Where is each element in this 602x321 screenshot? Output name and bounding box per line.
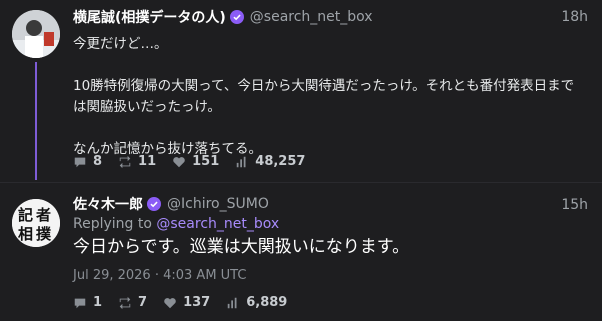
heart-icon — [164, 297, 176, 308]
like-button[interactable]: 151 — [172, 154, 219, 169]
tweet-line: 10勝特例復帰の大関って、今日から大関待遇だったっけ。それとも番付発表日まで — [73, 78, 575, 94]
tweet-original[interactable]: 横尾誠(相撲データの人) @search_net_box 18h 今更だけど…。… — [0, 0, 602, 182]
comment-icon — [74, 157, 86, 167]
retweet-icon — [119, 296, 131, 309]
tweet-line: 今更だけど…。 — [73, 36, 168, 52]
views-icon — [227, 297, 237, 308]
avatar[interactable]: 記 者 相 撲 — [12, 199, 60, 247]
thread-line — [35, 62, 37, 180]
comment-icon — [74, 298, 86, 308]
tweet-date[interactable]: Jul 29, 2026 · 4:03 AM UTC — [73, 268, 246, 283]
views-count: 6,889 — [246, 295, 288, 310]
avatar-glyph: 相 — [18, 225, 33, 243]
reply-count: 1 — [93, 295, 103, 310]
verified-icon — [147, 197, 161, 211]
like-button[interactable]: 137 — [163, 295, 210, 310]
tweet-line: は関脇扱いだったっけ。 — [73, 99, 221, 115]
heart-icon — [173, 156, 185, 167]
display-name[interactable]: 横尾誠(相撲データの人) — [73, 7, 226, 27]
retweet-count: 11 — [138, 154, 157, 169]
views-count: 48,257 — [255, 154, 306, 169]
tweet-text: 今更だけど…。 10勝特例復帰の大関って、今日から大関待遇だったっけ。それとも番… — [73, 34, 588, 160]
timestamp[interactable]: 18h — [561, 9, 588, 25]
timestamp[interactable]: 15h — [561, 197, 588, 213]
verified-icon — [229, 10, 244, 24]
tweet-header: 佐々木一郎 @Ichiro_SUMO — [73, 195, 269, 213]
mention-link[interactable]: @search_net_box — [156, 216, 279, 232]
retweet-button[interactable]: 7 — [118, 295, 147, 310]
avatar-glyph: 記 — [18, 206, 33, 224]
handle[interactable]: @search_net_box — [250, 9, 373, 25]
tweet-actions: 1 7 137 6,889 — [73, 295, 303, 310]
like-count: 137 — [183, 295, 211, 310]
replying-to-label: Replying to — [73, 216, 157, 232]
avatar[interactable] — [12, 10, 60, 58]
views-icon — [237, 156, 246, 167]
retweet-count: 7 — [138, 295, 148, 310]
retweet-button[interactable]: 11 — [118, 154, 156, 169]
tweet-reply[interactable]: 記 者 相 撲 佐々木一郎 @Ichiro_SUMO 15h Replying … — [0, 182, 602, 321]
reply-button[interactable]: 1 — [73, 295, 102, 310]
handle[interactable]: @Ichiro_SUMO — [167, 196, 269, 212]
retweet-icon — [119, 155, 131, 168]
tweet-text: 今日からです。巡業は大関扱いになります。 — [73, 237, 410, 257]
display-name[interactable]: 佐々木一郎 — [73, 194, 143, 214]
reply-button[interactable]: 8 — [73, 154, 102, 169]
tweet-actions: 8 11 151 48,257 — [73, 154, 321, 169]
avatar-glyph: 者 — [36, 206, 51, 224]
views-button[interactable]: 6,889 — [226, 295, 287, 310]
views-button[interactable]: 48,257 — [235, 154, 305, 169]
avatar-glyph: 撲 — [36, 225, 52, 243]
reply-count: 8 — [93, 154, 103, 169]
tweet-header: 横尾誠(相撲データの人) @search_net_box — [73, 8, 373, 26]
like-count: 151 — [192, 154, 220, 169]
replying-to: Replying to @search_net_box — [73, 216, 279, 232]
